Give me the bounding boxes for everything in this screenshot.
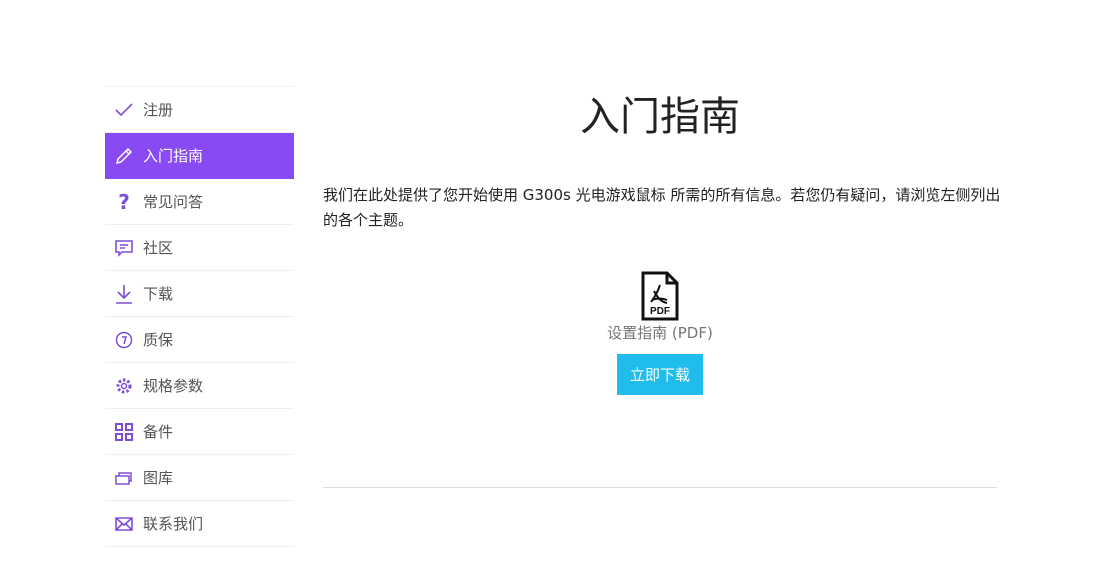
pdf-label: 设置指南 (PDF): [607, 324, 713, 342]
sidebar-item-label: 图库: [143, 469, 174, 487]
download-icon: [114, 284, 134, 304]
sidebar-item-label: 联系我们: [143, 515, 204, 533]
mail-icon: [114, 514, 134, 534]
sidebar-nav: 注册 入门指南 ? 常见问答 社区 下载 质保 规格参数 备件 图库 联系我们: [105, 86, 294, 547]
sidebar-item-label: 常见问答: [143, 193, 204, 211]
sidebar-item-downloads[interactable]: 下载: [105, 271, 294, 317]
page-title: 入门指南: [580, 94, 740, 140]
sidebar-item-label: 备件: [143, 423, 174, 441]
question-icon: ?: [118, 189, 130, 214]
warranty-icon: [114, 330, 134, 350]
grid-icon: [114, 422, 134, 442]
pencil-icon: [114, 146, 134, 166]
sidebar-item-contact[interactable]: 联系我们: [105, 501, 294, 547]
chat-icon: [114, 238, 134, 258]
divider: [323, 487, 997, 488]
check-icon: [114, 100, 134, 120]
sidebar-item-label: 注册: [143, 101, 174, 119]
sidebar-item-specs[interactable]: 规格参数: [105, 363, 294, 409]
pdf-file-icon: PDF: [640, 271, 680, 325]
gallery-icon: [114, 468, 134, 488]
download-now-button[interactable]: 立即下载: [617, 354, 703, 395]
sidebar-item-label: 社区: [143, 239, 174, 257]
sidebar-item-gallery[interactable]: 图库: [105, 455, 294, 501]
gear-icon: [114, 376, 134, 396]
pdf-icon-text: PDF: [650, 306, 670, 317]
sidebar-item-warranty[interactable]: 质保: [105, 317, 294, 363]
sidebar-item-parts[interactable]: 备件: [105, 409, 294, 455]
sidebar-item-label: 质保: [143, 331, 174, 349]
sidebar-item-register[interactable]: 注册: [105, 87, 294, 133]
sidebar-item-getting-started[interactable]: 入门指南: [105, 133, 294, 179]
sidebar-item-faq[interactable]: ? 常见问答: [105, 179, 294, 225]
sidebar-item-label: 下载: [143, 285, 174, 303]
sidebar-item-community[interactable]: 社区: [105, 225, 294, 271]
sidebar-item-label: 入门指南: [143, 147, 204, 165]
sidebar-item-label: 规格参数: [143, 377, 204, 395]
intro-text: 我们在此处提供了您开始使用 G300s 光电游戏鼠标 所需的所有信息。若您仍有疑…: [323, 186, 1001, 229]
